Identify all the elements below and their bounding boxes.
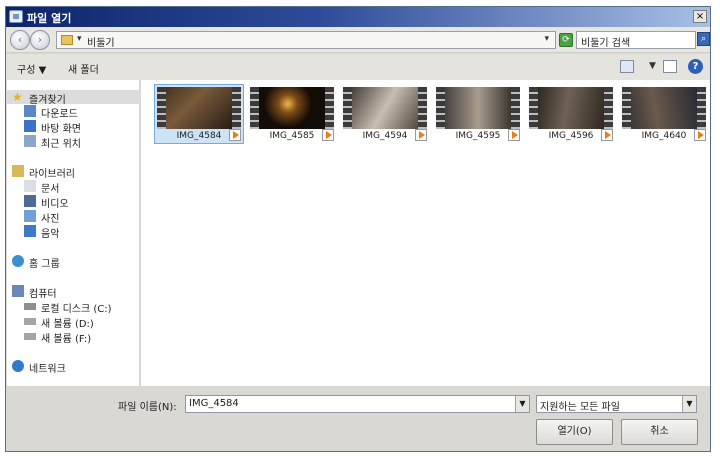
pictures-icon: [24, 210, 36, 222]
new-folder-button[interactable]: 새 폴더: [68, 61, 99, 76]
video-thumbnail: [250, 87, 334, 129]
file-name: IMG_4596: [548, 131, 594, 141]
sidebar-label: 로컬 디스크 (C:): [41, 304, 112, 315]
preview-pane-icon[interactable]: [663, 60, 677, 73]
desktop-icon: [24, 120, 36, 132]
filename-label: 파일 이름(N):: [118, 402, 177, 413]
open-file-dialog: 파일 열기 × ‹ › ▾ 비둘기 ▾ ⟳ 비둘기 검색 ⌕ 구성 ▼ 새 폴더…: [5, 6, 711, 452]
search-icon[interactable]: ⌕: [697, 32, 710, 46]
file-item[interactable]: IMG_4594: [341, 85, 429, 143]
sidebar-label: 홈 그룹: [29, 259, 60, 270]
videos-icon: [24, 195, 36, 207]
video-thumbnail: [157, 87, 241, 129]
search-input[interactable]: 비둘기 검색: [576, 31, 696, 49]
view-options-icon[interactable]: [620, 60, 634, 73]
sidebar-label: 음악: [41, 229, 60, 240]
sidebar-label: 네트워크: [29, 364, 66, 375]
sidebar-item-favorites[interactable]: ★ 즐겨찾기: [7, 90, 140, 106]
chevron-down-icon[interactable]: ▼: [682, 396, 696, 412]
sidebar-label: 다운로드: [41, 109, 78, 120]
navigation-bar: ‹ › ▾ 비둘기 ▾ ⟳ 비둘기 검색 ⌕: [6, 27, 710, 53]
dialog-footer: 파일 이름(N): IMG_4584 ▼ 지원하는 모든 파일 ▼ 열기(O) …: [6, 386, 710, 451]
search-placeholder: 비둘기 검색: [581, 38, 631, 49]
video-thumbnail: [622, 87, 706, 129]
back-button[interactable]: ‹: [10, 30, 30, 50]
download-icon: [24, 105, 36, 117]
open-button[interactable]: 열기(O): [536, 419, 613, 445]
sidebar-label: 비디오: [41, 199, 69, 210]
file-list: IMG_4584 IMG_4585 IMG_4594 IMG_4595 IMG_…: [141, 80, 710, 386]
sidebar-label: 최근 위치: [41, 139, 81, 150]
filetype-select[interactable]: 지원하는 모든 파일 ▼: [536, 395, 697, 413]
sidebar-label: 바탕 화면: [41, 124, 81, 135]
address-bar[interactable]: ▾ 비둘기 ▾: [56, 31, 556, 49]
homegroup-icon: [12, 255, 24, 267]
navigation-pane: ★ 즐겨찾기 다운로드 바탕 화면 최근 위치 라이브러리 문서 비디오 사진 …: [7, 80, 140, 386]
dialog-title: 파일 열기: [27, 12, 72, 25]
forward-button[interactable]: ›: [30, 30, 50, 50]
command-toolbar: 구성 ▼ 새 폴더 ▼ ?: [6, 54, 710, 80]
file-name: IMG_4640: [641, 131, 687, 141]
help-icon[interactable]: ?: [688, 59, 703, 74]
documents-icon: [24, 180, 36, 192]
filename-input[interactable]: IMG_4584 ▼: [185, 395, 530, 413]
address-text: 비둘기: [87, 38, 115, 49]
video-thumbnail: [529, 87, 613, 129]
file-item[interactable]: IMG_4584: [154, 84, 244, 144]
computer-icon: [12, 285, 24, 297]
video-thumbnail: [436, 87, 520, 129]
organize-button[interactable]: 구성 ▼: [17, 61, 46, 76]
filename-value: IMG_4584: [189, 398, 239, 409]
file-item[interactable]: IMG_4595: [434, 85, 522, 143]
refresh-icon[interactable]: ⟳: [559, 33, 573, 47]
cancel-button[interactable]: 취소: [621, 419, 698, 445]
dialog-icon: [9, 10, 23, 23]
music-icon: [24, 225, 36, 237]
library-icon: [12, 165, 24, 177]
drive-icon: [24, 303, 36, 310]
star-icon: ★: [12, 90, 23, 104]
chevron-down-icon[interactable]: ▼: [515, 396, 529, 412]
sidebar-label: 사진: [41, 214, 60, 225]
title-bar[interactable]: 파일 열기 ×: [6, 7, 710, 27]
drive-icon: [24, 318, 36, 325]
sidebar-label: 새 볼륨 (D:): [41, 319, 94, 330]
drive-icon: [24, 333, 36, 340]
folder-icon: [61, 35, 73, 45]
video-thumbnail: [343, 87, 427, 129]
file-item[interactable]: IMG_4596: [527, 85, 615, 143]
chevron-down-icon[interactable]: ▾: [77, 34, 82, 44]
recent-places-icon: [24, 135, 36, 147]
view-dropdown-icon[interactable]: ▼: [649, 61, 656, 71]
sidebar-label: 컴퓨터: [29, 289, 57, 300]
file-item[interactable]: IMG_4585: [248, 85, 336, 143]
sidebar-label: 새 볼륨 (F:): [41, 334, 92, 345]
network-icon: [12, 360, 24, 372]
file-name: IMG_4584: [176, 131, 222, 141]
close-button[interactable]: ×: [693, 10, 707, 23]
file-name: IMG_4594: [362, 131, 408, 141]
sidebar-label: 라이브러리: [29, 169, 75, 180]
file-name: IMG_4595: [455, 131, 501, 141]
sidebar-label: 즐겨찾기: [29, 95, 66, 106]
file-name: IMG_4585: [269, 131, 315, 141]
address-dropdown-icon[interactable]: ▾: [544, 34, 549, 44]
file-item[interactable]: IMG_4640: [620, 85, 708, 143]
sidebar-label: 문서: [41, 184, 60, 195]
filetype-value: 지원하는 모든 파일: [540, 402, 620, 413]
